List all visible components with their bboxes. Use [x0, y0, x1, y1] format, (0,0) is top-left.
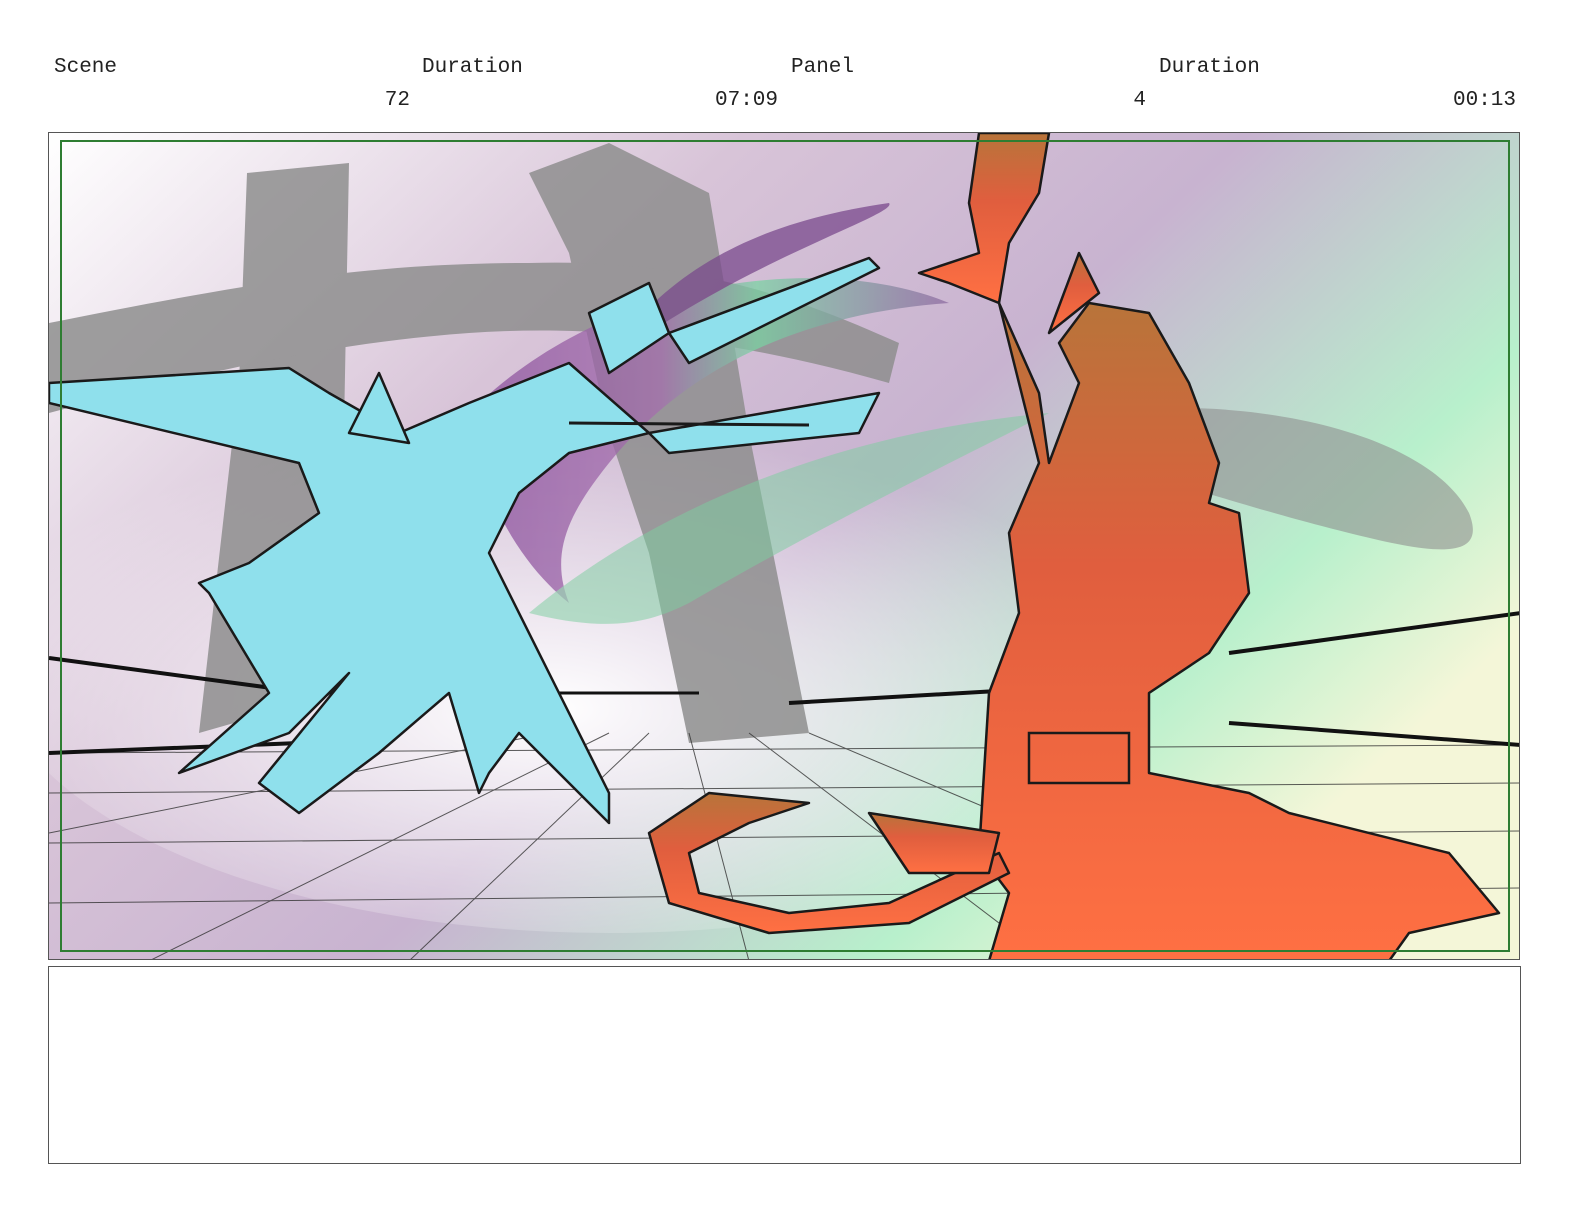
- scene-number: 72: [384, 89, 410, 112]
- scene-duration-label: Duration: [422, 56, 523, 79]
- storyboard-panel: [48, 132, 1520, 960]
- panel-number: 4: [1133, 89, 1146, 112]
- scene-duration-value: 07:09: [714, 89, 778, 112]
- notes-box[interactable]: [48, 966, 1521, 1164]
- scene-label: Scene: [54, 56, 118, 79]
- panel-illustration: [49, 133, 1519, 959]
- panel-duration-label: Duration: [1159, 56, 1260, 79]
- panel-label: Panel: [791, 56, 855, 79]
- sword: [568, 421, 810, 427]
- notes-text: [49, 967, 1520, 987]
- panel-duration-value: 00:13: [1452, 89, 1516, 112]
